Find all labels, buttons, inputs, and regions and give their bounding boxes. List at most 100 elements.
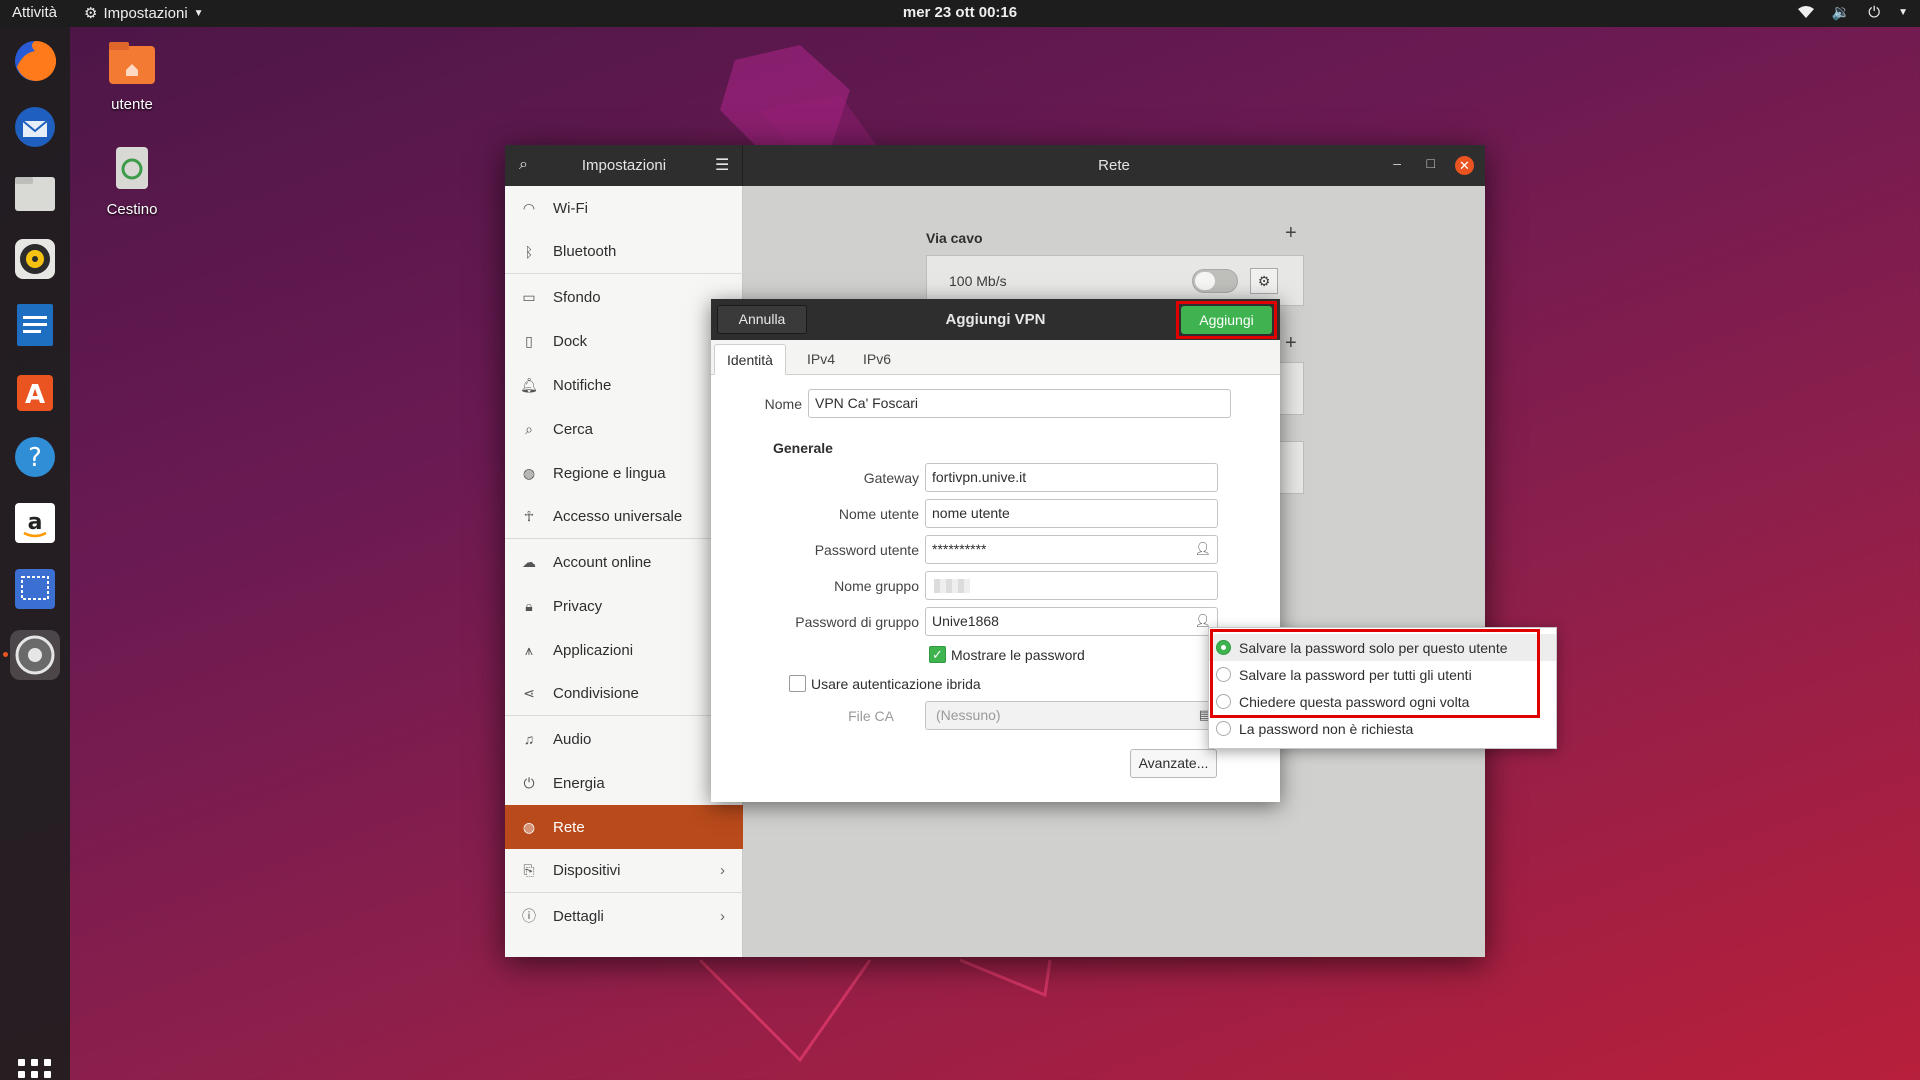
tab-ipv6[interactable]: IPv6 [851,344,903,375]
radio [1216,721,1231,736]
rhythmbox-launcher[interactable] [10,234,60,284]
sidebar-item-label: Account online [553,553,652,571]
sidebar-item-audio[interactable]: ♫ Audio [505,717,743,761]
show-password-label: Mostrare le password [951,647,1085,663]
add-button[interactable]: Aggiungi [1181,306,1272,334]
bell-icon: 🔔︎ [520,376,538,393]
sidebar-item-label: Regione e lingua [553,464,666,482]
software-center-launcher[interactable]: A [10,366,60,416]
hybrid-auth-checkbox[interactable] [789,675,806,692]
running-indicator [3,652,8,657]
maximize-icon[interactable]: □ [1427,155,1435,171]
option-save-this-user[interactable]: Salvare la password solo per questo uten… [1209,634,1556,661]
radio [1216,694,1231,709]
files-launcher[interactable] [10,168,60,218]
sidebar-item-label: Sfondo [553,288,601,306]
sidebar-item-region[interactable]: ◍ Regione e lingua [505,451,743,495]
ca-file-chooser: (Nessuno) ▤ [925,701,1218,730]
sidebar-header: ⌕ Impostazioni ☰ [505,145,743,186]
tab-identity[interactable]: Identità [714,344,786,375]
activities-button[interactable]: Attività [12,4,57,21]
chevron-down-icon: ▼ [1898,6,1908,18]
screenshot-launcher[interactable] [10,564,60,614]
sidebar-item-search[interactable]: ⌕ Cerca [505,407,743,451]
desktop-home-folder[interactable]: utente [87,40,177,113]
trash-icon [116,147,148,189]
sidebar-item-details[interactable]: ⓘ Dettagli › [505,894,743,938]
software-center-icon: A [17,375,53,411]
help-launcher[interactable]: ? [10,432,60,482]
share-icon: ⋖ [523,685,535,701]
settings-sidebar: ◠ Wi-Fi ᛒ Bluetooth ▭ Sfondo ▯ Dock 🔔︎ Notifi… [505,186,743,957]
system-tray[interactable]: 🔉 ⏻ ▼ [1797,3,1908,21]
option-ask-every-time[interactable]: Chiedere questa password ogni volta [1209,688,1556,715]
sidebar-item-devices[interactable]: ⎘ Dispositivi › [505,849,743,893]
amazon-launcher[interactable]: a [10,498,60,548]
lock-icon: 🔒︎ [525,597,533,614]
hamburger-menu-icon[interactable]: ☰ [715,155,729,175]
advanced-button[interactable]: Avanzate... [1130,749,1217,778]
add-wired-icon[interactable]: + [1285,222,1297,245]
sidebar-title: Impostazioni [581,157,667,174]
desktop-trash-label: Cestino [106,201,158,218]
sidebar-item-privacy[interactable]: 🔒︎ Privacy [505,584,743,628]
user-password-field[interactable]: ********** 👤︎ [925,535,1218,564]
add-vpn-icon[interactable]: + [1285,332,1297,355]
sidebar-item-notifications[interactable]: 🔔︎ Notifiche [505,363,743,407]
power-icon: ⏻ [523,774,535,791]
user-password-label: Password utente [814,542,919,558]
show-applications-button[interactable] [18,1059,52,1080]
sidebar-item-label: Notifiche [553,376,612,394]
thunderbird-launcher[interactable] [10,102,60,152]
sidebar-item-bluetooth[interactable]: ᛒ Bluetooth [505,230,743,274]
sidebar-item-wifi[interactable]: ◠ Wi-Fi [505,186,743,230]
firefox-launcher[interactable] [10,36,60,86]
sidebar-item-label: Wi-Fi [553,199,588,217]
app-menu[interactable]: ⚙ Impostazioni ▼ [84,4,204,23]
firefox-icon [15,40,57,81]
wired-toggle[interactable] [1192,269,1238,293]
username-field[interactable]: nome utente [925,499,1218,528]
writer-launcher[interactable] [10,300,60,350]
svg-text:a: a [28,510,43,535]
radio [1216,667,1231,682]
cancel-button[interactable]: Annulla [717,305,807,334]
minimize-icon[interactable]: – [1393,155,1401,171]
sidebar-item-label: Audio [553,730,592,748]
background-icon: ▭ [522,288,536,305]
group-name-field[interactable] [925,571,1218,600]
sidebar-item-power[interactable]: ⏻ Energia [505,761,743,805]
option-label: Salvare la password solo per questo uten… [1239,639,1508,656]
sidebar-item-sharing[interactable]: ⋖ Condivisione [505,672,743,716]
cloud-icon: ☁ [522,553,536,570]
power-icon: ⏻ [1868,3,1881,21]
sidebar-item-accessibility[interactable]: ☥ Accesso universale [505,495,743,539]
tab-ipv4[interactable]: IPv4 [795,344,847,375]
wired-settings-button[interactable]: ⚙ [1250,268,1278,294]
gateway-field[interactable]: fortivpn.unive.it [925,463,1218,492]
sidebar-item-label: Energia [553,774,605,792]
option-save-all-users[interactable]: Salvare la password per tutti gli utenti [1209,661,1556,688]
search-icon: ⌕ [525,420,533,437]
group-name-label: Nome gruppo [834,578,919,594]
group-password-value: Unive1868 [932,613,999,629]
option-not-required[interactable]: La password non è richiesta [1209,715,1556,742]
option-label: Salvare la password per tutti gli utenti [1239,666,1472,683]
ca-file-value: (Nessuno) [936,707,1001,723]
show-password-checkbox[interactable]: ✓ [929,646,946,663]
group-password-field[interactable]: Unive1868 👤︎ [925,607,1218,636]
sidebar-item-applications[interactable]: ⩚ Applicazioni [505,628,743,672]
panel-title: Rete [1098,157,1130,174]
password-storage-icon[interactable]: 👤︎ [1194,541,1211,557]
clock-container: mer 23 ott 00:16 [0,4,1920,21]
sidebar-item-network[interactable]: ◍ Rete [505,805,743,849]
settings-launcher[interactable] [10,630,60,680]
sidebar-item-background[interactable]: ▭ Sfondo [505,275,743,319]
desktop-trash[interactable]: Cestino [87,145,177,218]
sidebar-item-online-accounts[interactable]: ☁ Account online [505,540,743,584]
close-icon[interactable]: ✕ [1455,156,1474,175]
sidebar-item-dock[interactable]: ▯ Dock [505,319,743,363]
username-label: Nome utente [838,506,919,522]
clock[interactable]: mer 23 ott 00:16 [903,4,1017,21]
name-field[interactable]: VPN Ca' Foscari [808,389,1231,418]
